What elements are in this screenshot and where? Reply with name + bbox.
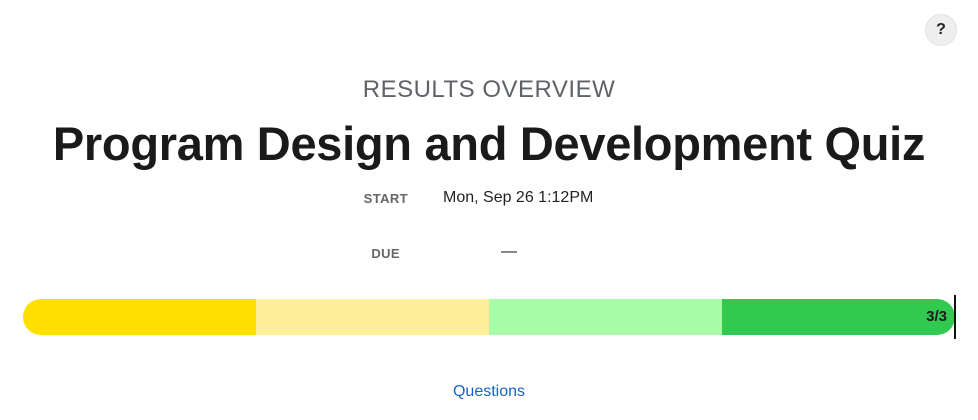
- start-value: Mon, Sep 26 1:12PM: [443, 189, 594, 206]
- page-title: Program Design and Development Quiz: [52, 117, 926, 170]
- page-overline: RESULTS OVERVIEW: [362, 76, 616, 103]
- start-label: START: [363, 191, 408, 206]
- due-label: DUE: [371, 246, 400, 261]
- results-overview-page: ? RESULTS OVERVIEW Program Design and De…: [0, 0, 978, 420]
- text-cursor: [954, 295, 956, 339]
- help-button[interactable]: ?: [925, 14, 957, 46]
- due-value: —: [501, 243, 517, 260]
- questions-link[interactable]: Questions: [0, 383, 978, 401]
- progress-count: 3/3: [926, 308, 947, 325]
- progress-segment-1: [23, 299, 256, 335]
- help-icon: ?: [936, 21, 946, 38]
- progress-segment-2: [256, 299, 489, 335]
- progress-segment-3: [489, 299, 722, 335]
- progress-segment-4: [722, 299, 955, 335]
- score-progress-bar: 3/3: [23, 299, 955, 335]
